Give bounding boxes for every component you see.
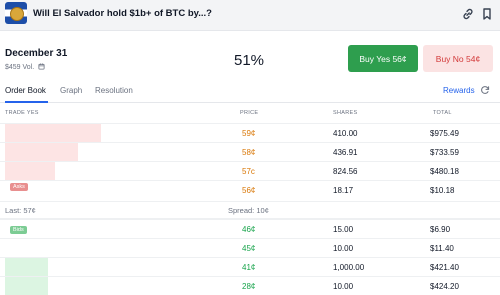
spread-value: Spread: 10¢ [228, 206, 269, 215]
volume-text: $459 Vol. [5, 63, 45, 71]
refresh-icon[interactable] [480, 85, 490, 95]
ask-row[interactable]: 57c 824.56 $480.18 [0, 161, 500, 180]
col-total: TOTAL [433, 110, 452, 116]
market-thumbnail [5, 2, 27, 24]
col-shares: SHARES [333, 110, 358, 116]
tab-order-book[interactable]: Order Book [5, 86, 46, 95]
ask-total: $10.18 [430, 186, 455, 195]
market-title: Will El Salvador hold $1b+ of BTC by...? [33, 8, 212, 19]
ask-depth-bar [5, 162, 55, 180]
probability: 51% [234, 52, 265, 69]
ask-shares: 436.91 [333, 148, 358, 157]
bid-shares: 10.00 [333, 282, 354, 291]
ask-row[interactable]: 59¢ 410.00 $975.49 [0, 123, 500, 142]
col-trade-yes: TRADE YES [5, 110, 39, 116]
bid-total: $11.40 [430, 244, 454, 253]
ask-depth-bar [5, 124, 101, 142]
bid-price: 45¢ [242, 244, 256, 253]
asks-badge: Asks [10, 183, 28, 191]
bids-badge: Bids [10, 226, 27, 234]
buy-no-button[interactable]: Buy No 54¢ [423, 45, 493, 72]
bid-price: 46¢ [242, 225, 256, 234]
bid-shares: 15.00 [333, 225, 354, 234]
tab-bar: Order Book Graph Resolution Rewards [0, 82, 500, 103]
bid-row[interactable]: 41¢ 1,000.00 $421.40 [0, 257, 500, 276]
rewards-link[interactable]: Rewards [443, 86, 475, 95]
ask-shares: 410.00 [333, 129, 358, 138]
ask-price: 59¢ [242, 129, 256, 138]
ask-price: 57c [242, 167, 255, 176]
bid-depth-bar [5, 277, 48, 295]
ask-depth-bar [5, 143, 78, 161]
tab-graph[interactable]: Graph [60, 86, 82, 95]
ask-shares: 824.56 [333, 167, 358, 176]
ask-price: 56¢ [242, 186, 256, 195]
last-price: Last: 57¢ [5, 206, 36, 215]
bid-depth-bar [5, 258, 48, 276]
calendar-icon [38, 63, 45, 70]
outcome-date: December 31 [5, 48, 68, 59]
market-header: Will El Salvador hold $1b+ of BTC by...? [0, 0, 500, 31]
bid-shares: 10.00 [333, 244, 354, 253]
bookmark-icon[interactable] [480, 7, 494, 21]
bid-total: $6.90 [430, 225, 451, 234]
bid-shares: 1,000.00 [333, 263, 365, 272]
ask-shares: 18.17 [333, 186, 354, 195]
ask-price: 58¢ [242, 148, 256, 157]
tab-resolution[interactable]: Resolution [95, 86, 133, 95]
ask-total: $975.49 [430, 129, 459, 138]
ask-row[interactable]: 56¢ 18.17 $10.18 [0, 180, 500, 199]
bid-price: 41¢ [242, 263, 256, 272]
bid-row[interactable]: 45¢ 10.00 $11.40 [0, 238, 500, 257]
bid-total: $421.40 [430, 263, 459, 272]
spread-row: Last: 57¢ Spread: 10¢ [0, 201, 500, 219]
ask-total: $733.59 [430, 148, 459, 157]
volume-value: $459 Vol. [5, 64, 35, 71]
bid-total: $424.20 [430, 282, 459, 291]
bid-price: 28¢ [242, 282, 256, 291]
active-tab-indicator [5, 101, 48, 103]
bid-row[interactable]: 46¢ 15.00 $6.90 [0, 219, 500, 238]
buy-yes-button[interactable]: Buy Yes 56¢ [348, 45, 418, 72]
bid-row[interactable]: 28¢ 10.00 $424.20 [0, 276, 500, 295]
ask-total: $480.18 [430, 167, 459, 176]
link-icon[interactable] [461, 7, 475, 21]
col-price: PRICE [240, 110, 259, 116]
ask-row[interactable]: 58¢ 436.91 $733.59 [0, 142, 500, 161]
